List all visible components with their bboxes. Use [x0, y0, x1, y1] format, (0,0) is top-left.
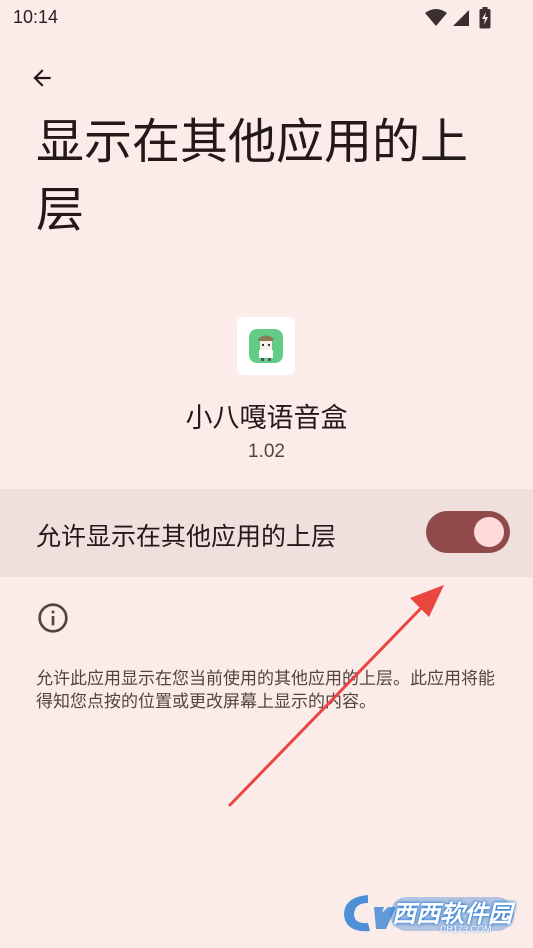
permission-toggle-label: 允许显示在其他应用的上层 [36, 522, 337, 551]
permission-toggle-switch[interactable] [426, 511, 510, 553]
arrow-back-icon [33, 69, 51, 87]
page-title: 显示在其他应用的上层 [36, 114, 469, 238]
signal-icon [453, 10, 469, 26]
app-icon [237, 317, 295, 375]
watermark-site: CR173.COM [440, 924, 492, 934]
permission-toggle-row[interactable]: 允许显示在其他应用的上层 [0, 489, 533, 577]
battery-charging-icon [479, 7, 491, 29]
app-version: 1.02 [248, 441, 285, 462]
app-name: 小八嘎语音盒 [185, 403, 348, 434]
permission-description: 允许此应用显示在您当前使用的其他应用的上层。此应用将能得知您点按的位置或更改屏幕… [36, 669, 495, 712]
status-bar: 10:14 [0, 0, 533, 36]
info-icon [38, 603, 68, 633]
app-mascot-icon [258, 335, 274, 361]
status-time: 10:14 [13, 7, 59, 27]
back-button[interactable] [24, 60, 60, 96]
toggle-thumb [474, 517, 504, 547]
wifi-icon [425, 9, 447, 26]
